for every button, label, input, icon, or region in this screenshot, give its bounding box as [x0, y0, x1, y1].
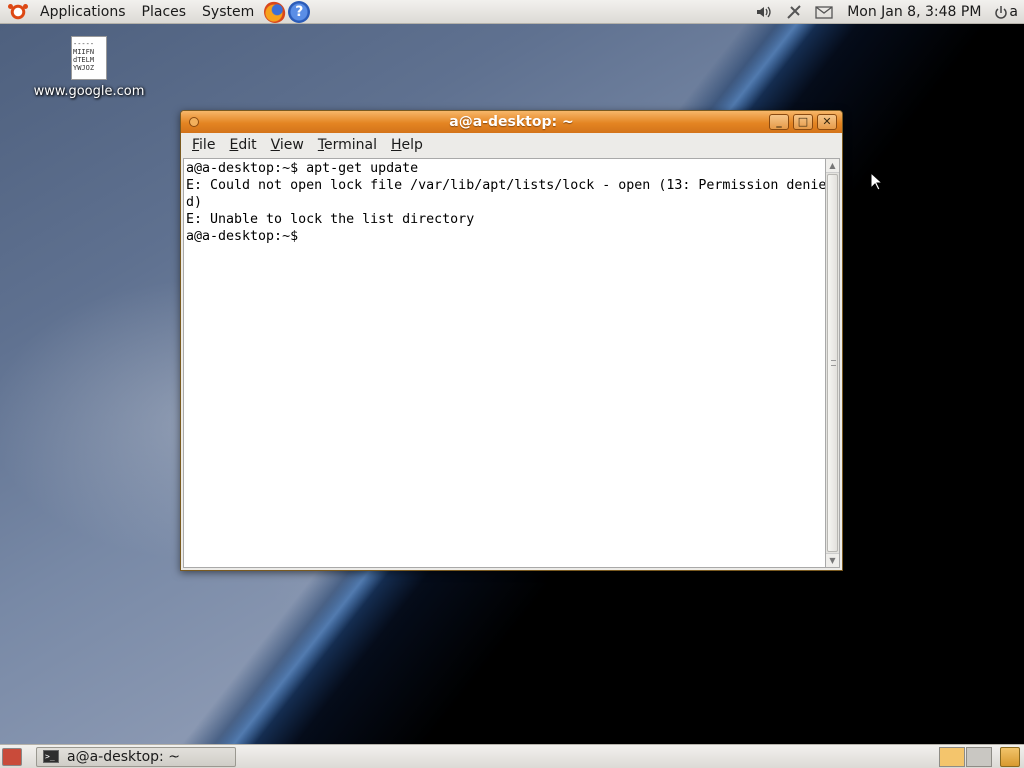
window-controls: _ □ ✕: [765, 114, 837, 130]
desktop-file-item[interactable]: ----- MIIFN dTELM YWJOZ www.google.com: [30, 36, 148, 99]
scroll-down-arrow-icon[interactable]: ▼: [826, 553, 839, 567]
grip-icon: [831, 360, 836, 366]
show-desktop-icon[interactable]: [2, 747, 22, 766]
terminal-icon: >_: [43, 750, 59, 763]
workspace-1[interactable]: [939, 746, 965, 767]
maximize-button[interactable]: □: [793, 114, 813, 130]
close-button[interactable]: ✕: [817, 114, 837, 130]
volume-icon[interactable]: [753, 1, 775, 23]
workspace-2[interactable]: [966, 746, 992, 767]
minimize-button[interactable]: _: [769, 114, 789, 130]
terminal-line: d): [186, 195, 203, 210]
help-icon[interactable]: ?: [288, 0, 311, 23]
terminal-line: a@a-desktop:~$ apt-get update: [186, 161, 419, 176]
taskbar-item-terminal[interactable]: >_ a@a-desktop: ~: [36, 746, 236, 767]
scrollbar-thumb[interactable]: [827, 174, 838, 552]
terminal-window: a@a-desktop: ~ _ □ ✕ File Edit View Term…: [180, 110, 843, 571]
mouse-pointer-icon: [870, 171, 884, 191]
text-file-icon: ----- MIIFN dTELM YWJOZ: [71, 36, 107, 80]
bottom-panel: >_ a@a-desktop: ~: [0, 744, 1024, 768]
terminal-prompt: a@a-desktop:~$: [186, 229, 307, 244]
network-icon[interactable]: [783, 1, 805, 23]
applications-menu[interactable]: Applications: [32, 0, 134, 24]
menu-terminal[interactable]: Terminal: [311, 133, 384, 157]
system-menu[interactable]: System: [194, 0, 262, 24]
terminal-menubar: File Edit View Terminal Help: [181, 133, 842, 157]
menu-help[interactable]: Help: [384, 133, 430, 157]
places-menu[interactable]: Places: [134, 0, 195, 24]
mail-icon[interactable]: [813, 1, 835, 23]
scroll-up-arrow-icon[interactable]: ▲: [826, 159, 839, 173]
clock[interactable]: Mon Jan 8, 3:48 PM: [839, 0, 989, 24]
terminal-line: E: Unable to lock the list directory: [186, 212, 475, 227]
terminal-line: E: Could not open lock file /var/lib/apt…: [186, 178, 826, 193]
vertical-scrollbar[interactable]: ▲ ▼: [826, 158, 840, 568]
window-title: a@a-desktop: ~: [449, 114, 574, 130]
menu-file[interactable]: File: [185, 133, 222, 157]
system-tray: Mon Jan 8, 3:48 PM a: [749, 0, 1024, 24]
taskbar-item-label: a@a-desktop: ~: [67, 748, 180, 765]
firefox-icon[interactable]: [264, 0, 287, 23]
workspace-switcher: [938, 746, 992, 767]
power-icon[interactable]: [993, 1, 1009, 23]
user-name[interactable]: a: [1009, 0, 1024, 24]
trash-icon[interactable]: [1000, 746, 1020, 767]
menu-view[interactable]: View: [264, 133, 311, 157]
desktop-file-label: www.google.com: [33, 84, 145, 99]
top-panel: Applications Places System ? Mon Jan 8, …: [0, 0, 1024, 24]
window-titlebar[interactable]: a@a-desktop: ~ _ □ ✕: [181, 111, 842, 133]
menu-edit[interactable]: Edit: [222, 133, 263, 157]
ubuntu-logo-icon[interactable]: [8, 1, 28, 22]
terminal-output[interactable]: a@a-desktop:~$ apt-get update E: Could n…: [183, 158, 826, 568]
